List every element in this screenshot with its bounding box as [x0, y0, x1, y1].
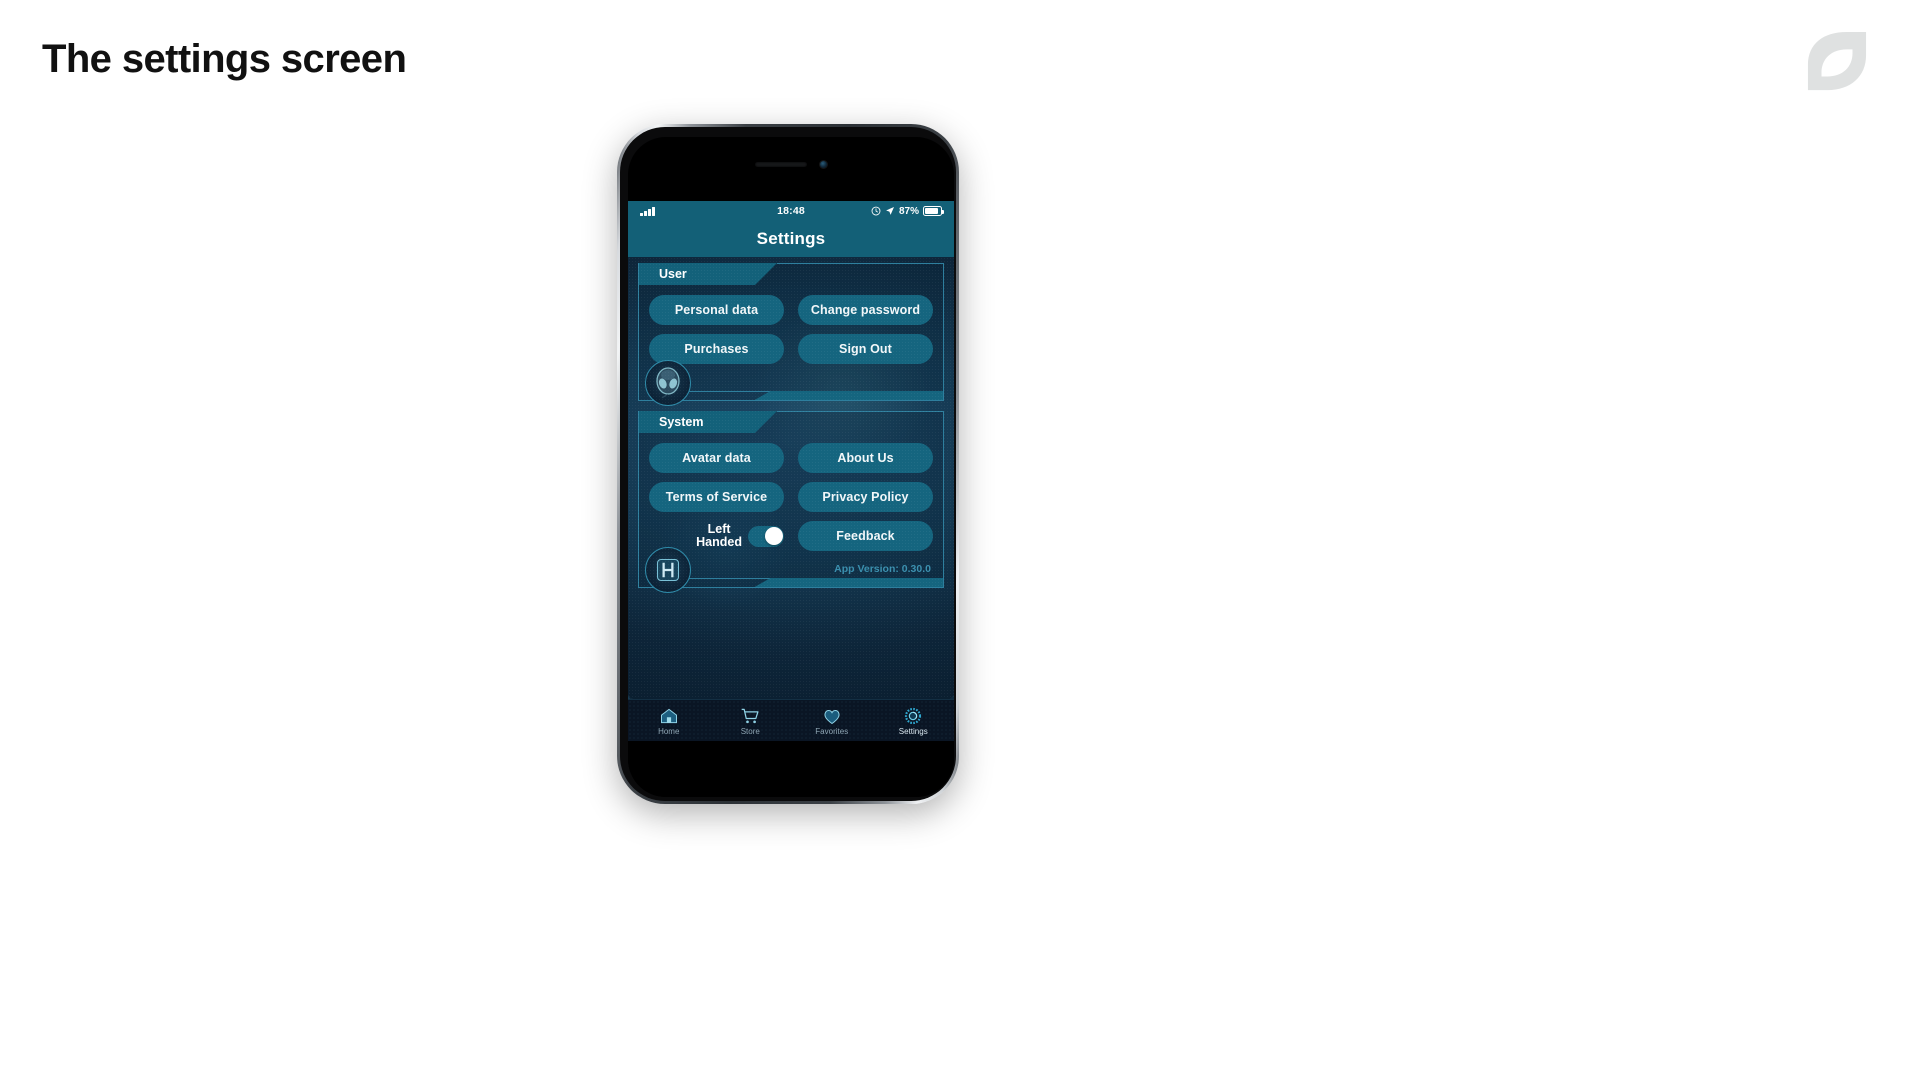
page-title: The settings screen [42, 37, 407, 81]
panel-user: User Personal data Change password Purch… [638, 263, 944, 406]
h-logo-badge[interactable] [645, 547, 691, 593]
alien-head-icon [656, 367, 680, 399]
alarm-clock-icon [871, 206, 881, 216]
phone-mockup: 18:48 87% Settings User Personal data Ch… [617, 124, 959, 804]
left-handed-label: Left Handed [696, 523, 742, 549]
app-version-text: App Version: 0.30.0 [834, 563, 931, 575]
tab-home[interactable]: Home [628, 706, 710, 736]
cart-icon [741, 708, 759, 723]
tab-store-label: Store [740, 726, 760, 736]
change-password-button[interactable]: Change password [798, 295, 933, 325]
panel-user-bar [754, 391, 943, 400]
tab-home-label: Home [658, 726, 680, 736]
tab-favorites-label: Favorites [815, 726, 849, 736]
system-button-grid: Avatar data About Us Terms of Service Pr… [649, 443, 933, 551]
panel-system-title: System [639, 411, 777, 433]
phone-screen: 18:48 87% Settings User Personal data Ch… [628, 137, 954, 797]
front-camera-icon [818, 159, 828, 169]
phone-top-hardware [628, 157, 954, 171]
panel-system: System Avatar data About Us Terms of Ser… [638, 411, 944, 593]
settings-content: User Personal data Change password Purch… [628, 257, 954, 699]
sign-out-button[interactable]: Sign Out [798, 334, 933, 364]
panel-user-footer [639, 360, 943, 406]
earpiece-speaker-icon [754, 161, 807, 167]
tab-favorites[interactable]: Favorites [791, 706, 873, 736]
bottom-tab-bar: Home Store Favorites Settings [628, 699, 954, 741]
heart-icon [824, 709, 840, 724]
tab-settings[interactable]: Settings [873, 706, 955, 736]
left-handed-label-line2: Handed [696, 535, 742, 549]
personal-data-button[interactable]: Personal data [649, 295, 784, 325]
tab-store[interactable]: Store [710, 706, 792, 736]
home-icon [660, 708, 677, 723]
phone-bottom-bezel-area [628, 741, 954, 797]
left-handed-switch-knob [764, 527, 783, 545]
panel-user-title: User [639, 263, 777, 285]
panel-system-header: System [639, 411, 943, 433]
panel-system-rule [777, 411, 943, 412]
battery-icon [923, 206, 945, 216]
terms-of-service-button[interactable]: Terms of Service [649, 482, 784, 512]
nav-header: Settings [628, 221, 954, 257]
feedback-button[interactable]: Feedback [798, 521, 933, 551]
app-viewport: 18:48 87% Settings User Personal data Ch… [628, 201, 954, 741]
nav-header-title: Settings [756, 229, 826, 248]
panel-system-footer: App Version: 0.30.0 [639, 547, 943, 593]
h-logo-icon [656, 558, 680, 582]
user-button-grid: Personal data Change password Purchases … [649, 295, 933, 364]
panel-user-rule [777, 263, 943, 264]
privacy-policy-button[interactable]: Privacy Policy [798, 482, 933, 512]
location-arrow-icon [886, 207, 894, 215]
alien-avatar-badge[interactable] [645, 360, 691, 406]
gear-icon [905, 707, 922, 724]
avatar-data-button[interactable]: Avatar data [649, 443, 784, 473]
about-us-button[interactable]: About Us [798, 443, 933, 473]
panel-system-bar [754, 578, 943, 587]
left-handed-switch[interactable] [748, 525, 784, 547]
panel-user-header: User [639, 263, 943, 285]
leaf-logo-icon [1807, 31, 1867, 91]
tab-settings-label: Settings [898, 726, 928, 736]
battery-percent: 87% [898, 205, 919, 217]
status-bar: 18:48 87% [628, 201, 954, 221]
